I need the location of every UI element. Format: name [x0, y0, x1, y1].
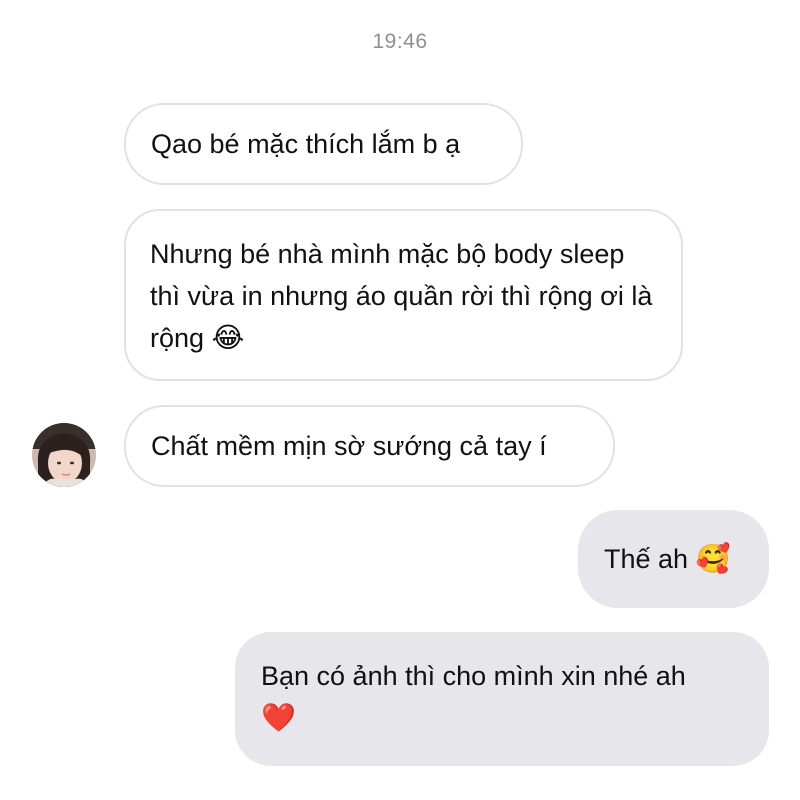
contact-avatar[interactable] — [32, 423, 96, 487]
red-heart-emoji-icon: ❤️ — [261, 701, 296, 734]
smiling-face-hearts-emoji-icon: 🥰 — [695, 542, 731, 575]
message-text: Chất mềm mịn sờ sướng cả tay í — [151, 431, 547, 461]
received-message-bubble[interactable]: Nhưng bé nhà mình mặc bộ body sleep thì … — [124, 209, 683, 381]
laughing-tears-emoji-icon: 😂 — [211, 321, 245, 354]
received-message-bubble[interactable]: Qao bé mặc thích lắm b ạ — [124, 103, 523, 185]
sent-message-bubble[interactable]: Bạn có ảnh thì cho mình xin nhé ah ❤️ — [235, 632, 769, 766]
chat-thread: 19:46 Qao bé mặc thích lắm b ạ Nhưng bé … — [0, 0, 800, 800]
avatar-photo-icon — [32, 423, 96, 487]
message-timestamp: 19:46 — [372, 30, 428, 53]
message-text: Qao bé mặc thích lắm b ạ — [151, 129, 461, 159]
received-message-bubble[interactable]: Chất mềm mịn sờ sướng cả tay í — [124, 405, 615, 487]
message-text: Thế ah — [604, 544, 689, 574]
sent-message-bubble[interactable]: Thế ah 🥰 — [578, 510, 769, 608]
message-text: Bạn có ảnh thì cho mình xin nhé ah — [261, 661, 686, 691]
